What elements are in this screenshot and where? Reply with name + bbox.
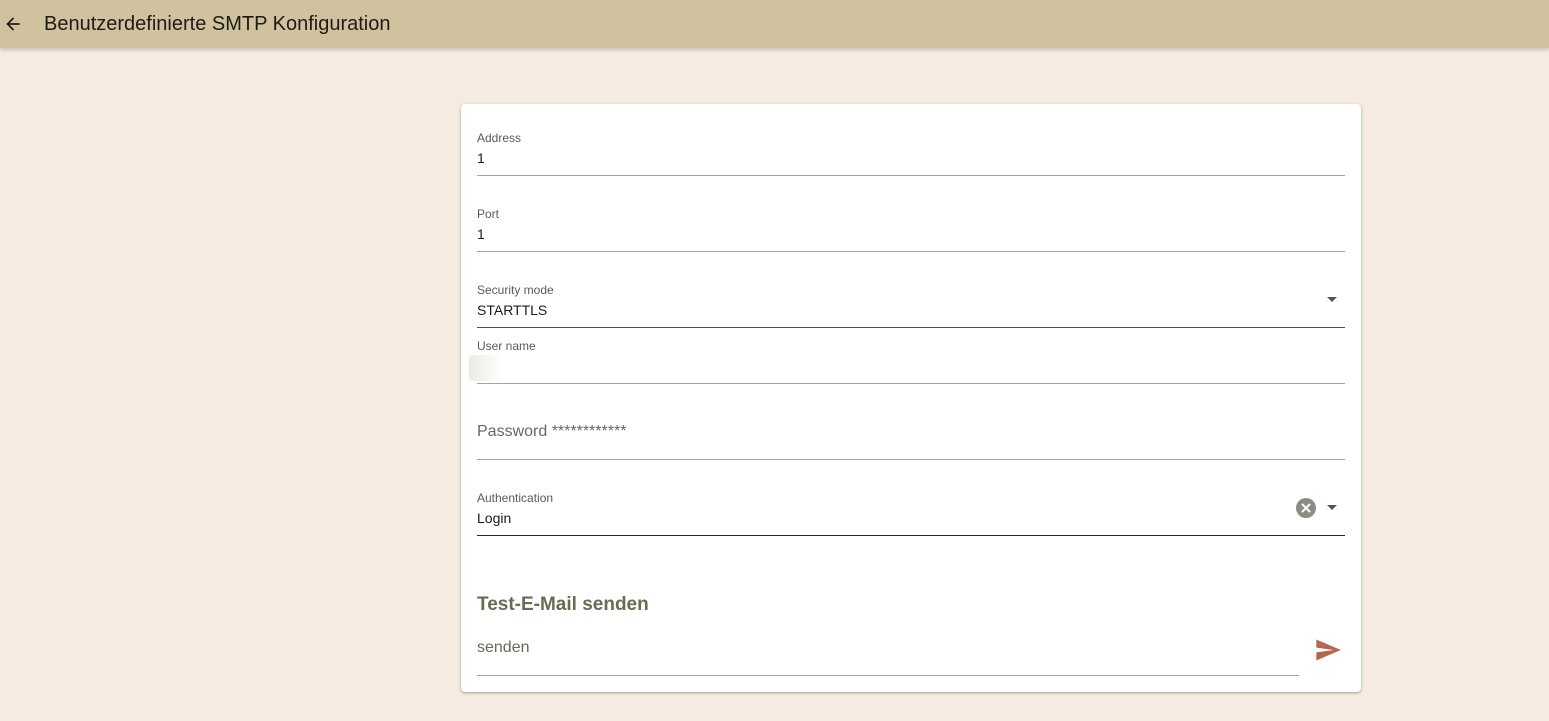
- address-value[interactable]: 1: [477, 149, 485, 167]
- arrow-back-icon: [6, 17, 20, 31]
- port-field[interactable]: Port 1: [477, 206, 1345, 252]
- security-mode-select[interactable]: Security mode STARTTLS: [477, 282, 1345, 328]
- authentication-label: Authentication: [477, 491, 554, 505]
- security-mode-value: STARTTLS: [477, 302, 548, 318]
- address-field[interactable]: Address 1: [477, 130, 1345, 176]
- test-email-heading: Test-E-Mail senden: [477, 594, 649, 615]
- port-value[interactable]: 1: [477, 225, 485, 243]
- back-button[interactable]: [0, 0, 24, 48]
- clear-icon[interactable]: [1296, 498, 1316, 518]
- security-mode-label: Security mode: [477, 283, 554, 297]
- test-email-placeholder: senden: [477, 639, 530, 656]
- top-app-bar: Benutzerdefinierte SMTP Konfiguration: [0, 0, 1549, 48]
- authentication-select[interactable]: Authentication Login: [477, 490, 1345, 536]
- page-title: Benutzerdefinierte SMTP Konfiguration: [44, 13, 391, 35]
- chevron-down-icon[interactable]: [1327, 297, 1337, 302]
- address-label: Address: [477, 131, 522, 145]
- test-email-input[interactable]: senden: [477, 630, 1299, 676]
- user-name-label: User name: [477, 339, 536, 353]
- port-label: Port: [477, 207, 500, 221]
- send-icon: [1316, 639, 1341, 661]
- password-placeholder: Password ************: [477, 423, 627, 440]
- chevron-down-icon[interactable]: [1327, 505, 1337, 510]
- password-field[interactable]: Password ************: [477, 414, 1345, 460]
- user-name-field[interactable]: User name: [469, 338, 1345, 384]
- send-test-email-button[interactable]: [1314, 636, 1342, 664]
- authentication-value: Login: [477, 510, 512, 526]
- user-name-redacted-value: [469, 355, 501, 381]
- smtp-config-card: Address 1 Port 1 Security mode STARTTLS …: [461, 104, 1361, 692]
